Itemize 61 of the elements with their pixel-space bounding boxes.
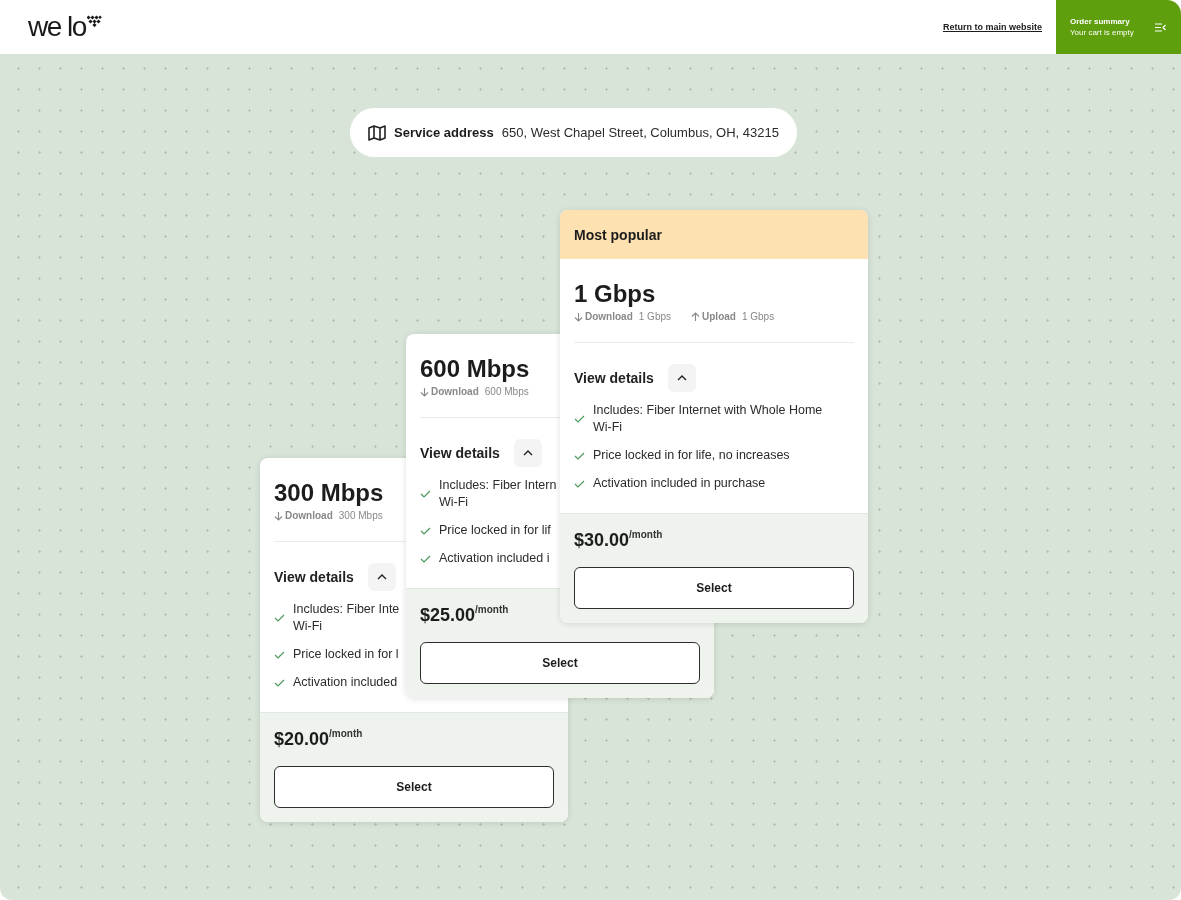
feature-text: Includes: Fiber Internet with Whole Home Wi-Fi xyxy=(593,402,823,436)
feature-text: Includes: Fiber Inte Wi-Fi xyxy=(293,601,400,635)
check-icon xyxy=(274,678,285,687)
diamond-cluster-icon xyxy=(86,15,102,27)
arrow-down-icon xyxy=(420,386,429,397)
feature-text: Activation included xyxy=(293,674,398,691)
check-icon xyxy=(274,614,285,622)
chevron-up-icon xyxy=(376,574,387,580)
price: $25.00 xyxy=(420,604,476,627)
check-icon xyxy=(574,415,585,423)
feature-text: Price locked in for lif xyxy=(439,522,551,539)
plan-speed: 600 Mbps xyxy=(420,354,530,384)
arrow-up-icon xyxy=(691,311,701,322)
price: $30.00 xyxy=(574,529,630,552)
feature-text: Activation included i xyxy=(439,550,550,567)
arrow-down-icon xyxy=(574,311,583,322)
feature-text: Price locked in for l xyxy=(293,646,399,663)
collapse-button[interactable] xyxy=(667,364,696,392)
select-button[interactable]: Select xyxy=(274,766,554,808)
speed-value: 300 Mbps xyxy=(338,510,383,521)
feature-text: Activation included in purchase xyxy=(593,475,766,492)
price-period: /month xyxy=(629,529,663,540)
address-label: Service address xyxy=(394,125,494,140)
cart-status: Your cart is empty xyxy=(1070,28,1135,37)
order-summary-title: Order summary xyxy=(1070,17,1131,26)
view-details-label: View details xyxy=(574,370,654,386)
speed-value: 600 Mbps xyxy=(484,386,529,397)
speed-label: Upload xyxy=(702,311,736,322)
price-period: /month xyxy=(329,728,363,739)
price-period: /month xyxy=(475,604,509,615)
view-details-label: View details xyxy=(420,445,500,461)
chevron-up-icon xyxy=(676,375,687,381)
view-details-label: View details xyxy=(274,569,354,585)
check-icon xyxy=(574,479,585,488)
speed-label: Download xyxy=(431,386,479,397)
logo-wordmark[interactable]: we lo xyxy=(28,13,86,41)
map-icon xyxy=(368,124,386,141)
check-icon xyxy=(420,526,431,535)
check-icon xyxy=(574,451,585,460)
collapse-button[interactable] xyxy=(367,563,396,591)
check-icon xyxy=(274,650,285,659)
select-button[interactable]: Select xyxy=(574,567,854,609)
return-link[interactable]: Return to main website xyxy=(943,22,1042,32)
speed-label: Download xyxy=(285,510,333,521)
price: $20.00 xyxy=(274,728,330,751)
select-button[interactable]: Select xyxy=(420,642,700,684)
feature-text: Includes: Fiber Intern Wi-Fi xyxy=(439,477,557,511)
plan-speed: 300 Mbps xyxy=(274,478,384,508)
popular-banner: Most popular xyxy=(560,210,868,259)
chevron-up-icon xyxy=(522,450,533,456)
plan-speed: 1 Gbps xyxy=(574,279,656,309)
speed-value: 1 Gbps xyxy=(741,311,775,322)
menu-collapse-icon[interactable] xyxy=(1155,22,1166,32)
address-value: 650, West Chapel Street, Columbus, OH, 43215 xyxy=(501,125,779,140)
speed-value: 1 Gbps xyxy=(638,311,672,322)
speed-label: Download xyxy=(585,311,633,322)
arrow-down-icon xyxy=(274,510,283,521)
check-icon xyxy=(420,490,431,498)
check-icon xyxy=(420,554,431,563)
collapse-button[interactable] xyxy=(513,439,542,467)
feature-text: Price locked in for life, no increases xyxy=(593,447,790,464)
